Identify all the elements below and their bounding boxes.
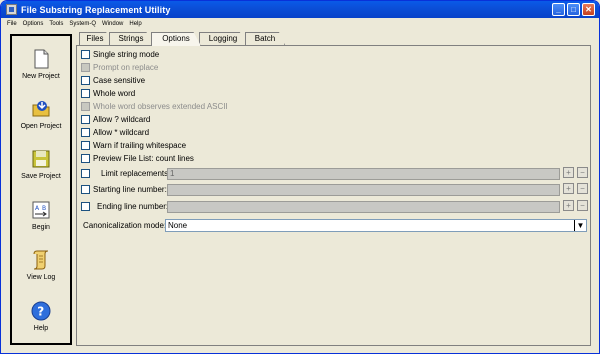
single-string-mode-checkbox[interactable] xyxy=(81,50,90,59)
ending-line-checkbox[interactable] xyxy=(81,202,90,211)
warn-trailing-whitespace-checkbox[interactable] xyxy=(81,141,90,150)
case-sensitive-option[interactable]: Case sensitive xyxy=(81,75,145,86)
new-project-button[interactable]: New Project xyxy=(12,48,70,94)
prompt-on-replace-checkbox xyxy=(81,63,90,72)
begin-button[interactable]: A B Begin xyxy=(12,199,70,245)
chevron-down-icon[interactable]: ▼ xyxy=(574,219,586,231)
svg-text:B: B xyxy=(42,205,46,212)
whole-word-label: Whole word xyxy=(93,89,136,98)
open-project-label: Open Project xyxy=(20,123,62,130)
warn-trailing-whitespace-label: Warn if trailing whitespace xyxy=(93,141,187,150)
begin-run-icon: A B xyxy=(32,201,50,219)
allow-question-wildcard-label: Allow ? wildcard xyxy=(93,115,151,124)
open-project-button[interactable]: Open Project xyxy=(12,98,70,144)
menu-file[interactable]: File xyxy=(7,21,17,27)
ending-line-row: Ending line number: + − xyxy=(81,200,589,213)
tab-options[interactable]: Options xyxy=(151,32,201,46)
title-bar[interactable]: File Substring Replacement Utility _ □ ✕ xyxy=(1,1,599,18)
limit-replacements-input[interactable]: 1 xyxy=(167,167,560,180)
canonicalization-label: Canonicalization mode: xyxy=(83,220,167,230)
prompt-on-replace-option: Prompt on replace xyxy=(81,62,158,73)
window-controls: _ □ ✕ xyxy=(552,3,595,16)
menu-help[interactable]: Help xyxy=(129,21,141,27)
case-sensitive-checkbox[interactable] xyxy=(81,76,90,85)
help-button[interactable]: ? Help xyxy=(12,300,70,346)
close-button[interactable]: ✕ xyxy=(582,3,595,16)
starting-line-decrement[interactable]: − xyxy=(577,183,588,194)
whole-word-extended-ascii-option: Whole word observes extended ASCII xyxy=(81,101,228,112)
case-sensitive-label: Case sensitive xyxy=(93,76,146,85)
whole-word-extended-ascii-checkbox xyxy=(81,102,90,111)
view-log-button[interactable]: View Log xyxy=(12,249,70,295)
limit-replacements-increment[interactable]: + xyxy=(563,167,574,178)
single-string-mode-label: Single string mode xyxy=(93,50,160,59)
canonicalization-row: Canonicalization mode: None ▼ xyxy=(83,218,590,232)
tab-strings[interactable]: Strings xyxy=(109,32,153,45)
preview-count-lines-checkbox[interactable] xyxy=(81,154,90,163)
new-document-icon xyxy=(34,49,49,69)
limit-replacements-label: Limit replacements: xyxy=(101,169,171,178)
menu-system-q[interactable]: System-Q xyxy=(69,21,96,27)
allow-question-wildcard-option[interactable]: Allow ? wildcard xyxy=(81,114,150,125)
whole-word-extended-ascii-label: Whole word observes extended ASCII xyxy=(93,102,228,111)
save-disk-icon xyxy=(32,150,50,168)
tab-logging[interactable]: Logging xyxy=(199,32,247,45)
ending-line-increment[interactable]: + xyxy=(563,200,574,211)
single-string-mode-option[interactable]: Single string mode xyxy=(81,49,159,60)
new-project-label: New Project xyxy=(22,73,60,80)
starting-line-row: Starting line number: + − xyxy=(81,183,589,196)
starting-line-label: Starting line number: xyxy=(93,185,167,194)
app-icon xyxy=(6,4,17,15)
allow-question-wildcard-checkbox[interactable] xyxy=(81,115,90,124)
menu-tools[interactable]: Tools xyxy=(49,21,63,27)
whole-word-checkbox[interactable] xyxy=(81,89,90,98)
save-project-button[interactable]: Save Project xyxy=(12,148,70,194)
prompt-on-replace-label: Prompt on replace xyxy=(93,63,159,72)
project-sidebar: New Project Open Project Save Project A … xyxy=(10,34,72,345)
limit-replacements-row: Limit replacements: 1 + − xyxy=(81,167,589,180)
limit-replacements-decrement[interactable]: − xyxy=(577,167,588,178)
allow-star-wildcard-label: Allow * wildcard xyxy=(93,128,150,137)
allow-star-wildcard-checkbox[interactable] xyxy=(81,128,90,137)
help-label: Help xyxy=(33,325,49,332)
options-panel: Single string mode Prompt on replace Cas… xyxy=(76,45,591,346)
preview-count-lines-label: Preview File List: count lines xyxy=(93,154,194,163)
preview-count-lines-option[interactable]: Preview File List: count lines xyxy=(81,153,194,164)
canonicalization-value: None xyxy=(168,220,188,230)
begin-label: Begin xyxy=(32,224,50,231)
ending-line-decrement[interactable]: − xyxy=(577,200,588,211)
scroll-log-icon xyxy=(33,250,49,270)
help-question-icon: ? xyxy=(31,301,51,321)
window-title: File Substring Replacement Utility xyxy=(21,4,171,15)
menu-options[interactable]: Options xyxy=(23,21,44,27)
starting-line-input[interactable] xyxy=(167,183,560,196)
view-log-label: View Log xyxy=(26,274,56,281)
save-project-label: Save Project xyxy=(21,173,61,180)
warn-trailing-whitespace-option[interactable]: Warn if trailing whitespace xyxy=(81,140,186,151)
tab-files[interactable]: Files xyxy=(79,32,111,45)
svg-text:?: ? xyxy=(37,305,44,319)
allow-star-wildcard-option[interactable]: Allow * wildcard xyxy=(81,127,149,138)
ending-line-label: Ending line number: xyxy=(97,202,169,211)
minimize-button[interactable]: _ xyxy=(552,3,565,16)
maximize-button[interactable]: □ xyxy=(567,3,580,16)
menu-window[interactable]: Window xyxy=(102,21,123,27)
limit-replacements-checkbox[interactable] xyxy=(81,169,90,178)
menu-bar: File Options Tools System-Q Window Help xyxy=(1,18,599,29)
app-window: File Substring Replacement Utility _ □ ✕… xyxy=(0,0,600,354)
whole-word-option[interactable]: Whole word xyxy=(81,88,135,99)
open-folder-icon xyxy=(32,101,50,117)
ending-line-input[interactable] xyxy=(167,200,560,213)
starting-line-checkbox[interactable] xyxy=(81,185,90,194)
starting-line-increment[interactable]: + xyxy=(563,183,574,194)
tab-batch[interactable]: Batch xyxy=(245,32,285,45)
canonicalization-select[interactable]: None ▼ xyxy=(165,218,587,232)
